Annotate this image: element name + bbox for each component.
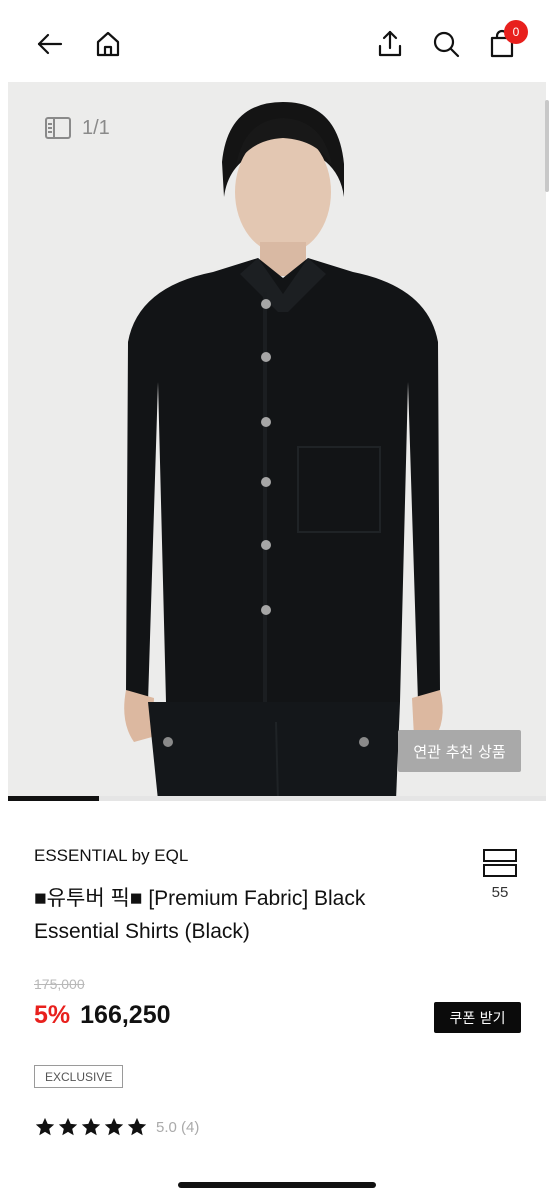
star-icon (104, 1117, 124, 1136)
top-nav-bar: 0 (0, 0, 554, 82)
arrow-left-icon (37, 33, 63, 55)
home-icon (96, 31, 120, 57)
star-icon (81, 1117, 101, 1136)
product-photo (8, 82, 546, 800)
star-icon (127, 1117, 147, 1136)
home-indicator[interactable] (178, 1182, 376, 1188)
rating-text: 5.0 (4) (156, 1118, 200, 1136)
discount-rate: 5% (34, 1001, 71, 1029)
back-button[interactable] (32, 26, 68, 62)
rating-summary[interactable]: 5.0 (4) (34, 1116, 199, 1138)
star-icon (58, 1117, 78, 1136)
related-products-button[interactable]: 연관 추천 상품 (398, 730, 521, 772)
sale-price: 166,250 (80, 1001, 171, 1029)
star-rating (34, 1116, 148, 1138)
brand-name[interactable]: ESSENTIAL by EQL (34, 846, 188, 866)
cart-button[interactable]: 0 (484, 20, 528, 62)
star-icon (35, 1117, 55, 1136)
share-button[interactable] (372, 26, 408, 62)
page-scrollbar[interactable] (545, 100, 549, 192)
gallery-list-icon (45, 117, 71, 139)
original-price: 175,000 (34, 976, 85, 992)
gallery-progress-bar (8, 796, 546, 801)
product-image-gallery[interactable]: 1/1 연관 추천 상품 (8, 82, 546, 800)
cart-count-badge: 0 (504, 20, 528, 44)
product-title-line-2: Essential Shirts (Black) (34, 920, 250, 943)
gallery-progress-fill (8, 796, 100, 801)
search-button[interactable] (428, 26, 464, 62)
gallery-counter[interactable]: 1/1 (44, 116, 110, 140)
share-icon (378, 30, 402, 57)
exclusive-badge: EXCLUSIVE (34, 1065, 124, 1088)
get-coupon-button[interactable]: 쿠폰 받기 (434, 1002, 521, 1033)
price-row: 5% 166,250 (34, 1001, 171, 1030)
wishlist-button[interactable]: 55 (480, 848, 520, 901)
wishlist-count: 55 (491, 884, 509, 901)
search-icon (433, 31, 460, 58)
stack-icon (483, 849, 517, 877)
product-title-line-1: ■유투버 픽■ [Premium Fabric] Black (34, 887, 366, 910)
product-title: ■유투버 픽■ [Premium Fabric] Black Essential… (34, 882, 454, 948)
gallery-counter-text: 1/1 (82, 116, 110, 139)
home-button[interactable] (90, 26, 126, 62)
